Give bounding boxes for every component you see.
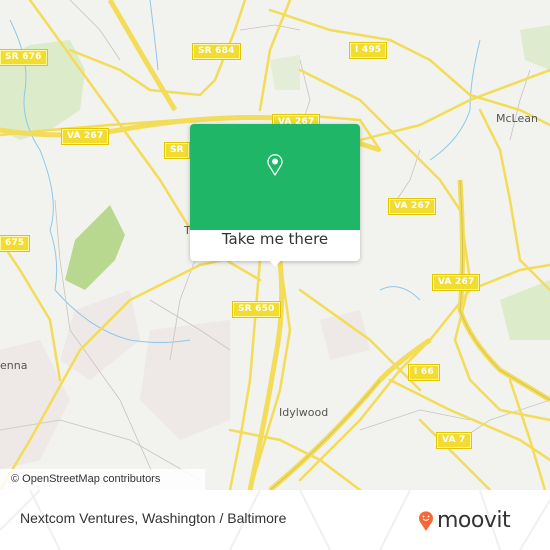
road-shield-sr: SR bbox=[164, 142, 190, 159]
moovit-pin-icon bbox=[419, 511, 433, 531]
location-popup: Take me there bbox=[190, 124, 360, 267]
road-shield-va267: VA 267 bbox=[431, 274, 481, 291]
park-area bbox=[520, 25, 550, 70]
stream bbox=[149, 0, 159, 71]
road-shield-sr676: SR 676 bbox=[0, 49, 48, 66]
park-area bbox=[500, 280, 550, 340]
location-title: Nextcom Ventures, Washington / Baltimore bbox=[20, 510, 287, 526]
map-canvas[interactable]: SR 676 SR 684 I 495 VA 267 VA 267 SR VA … bbox=[0, 0, 550, 490]
popup-pointer bbox=[267, 258, 283, 267]
road-shield-va7: VA 7 bbox=[436, 432, 472, 449]
map-attribution[interactable]: © OpenStreetMap contributors bbox=[0, 469, 205, 490]
park-area bbox=[65, 205, 125, 290]
road-shield-sr650: SR 650 bbox=[232, 301, 281, 318]
road-shield-i66: I 66 bbox=[408, 364, 440, 381]
moovit-logo[interactable]: moovit bbox=[418, 506, 511, 536]
road-shield-i495: I 495 bbox=[348, 42, 388, 59]
road-shield-va267: VA 267 bbox=[60, 128, 110, 145]
footer-bar: Nextcom Ventures, Washington / Baltimore… bbox=[0, 490, 550, 550]
residential-area bbox=[140, 320, 230, 440]
road-shield-675: 675 bbox=[0, 235, 31, 252]
park-area bbox=[270, 55, 300, 90]
take-me-there-button[interactable]: Take me there bbox=[190, 230, 360, 261]
place-label-mclean: McLean bbox=[496, 112, 538, 125]
road-shield-va267: VA 267 bbox=[387, 198, 437, 215]
moovit-wordmark: moovit bbox=[437, 508, 511, 533]
place-label-vienna: enna bbox=[0, 359, 28, 372]
stream bbox=[379, 286, 421, 301]
road-shield-sr684: SR 684 bbox=[192, 43, 241, 60]
map-pin-icon bbox=[267, 154, 283, 176]
popup-header bbox=[190, 124, 360, 230]
place-label-idylwood: Idylwood bbox=[279, 406, 329, 419]
